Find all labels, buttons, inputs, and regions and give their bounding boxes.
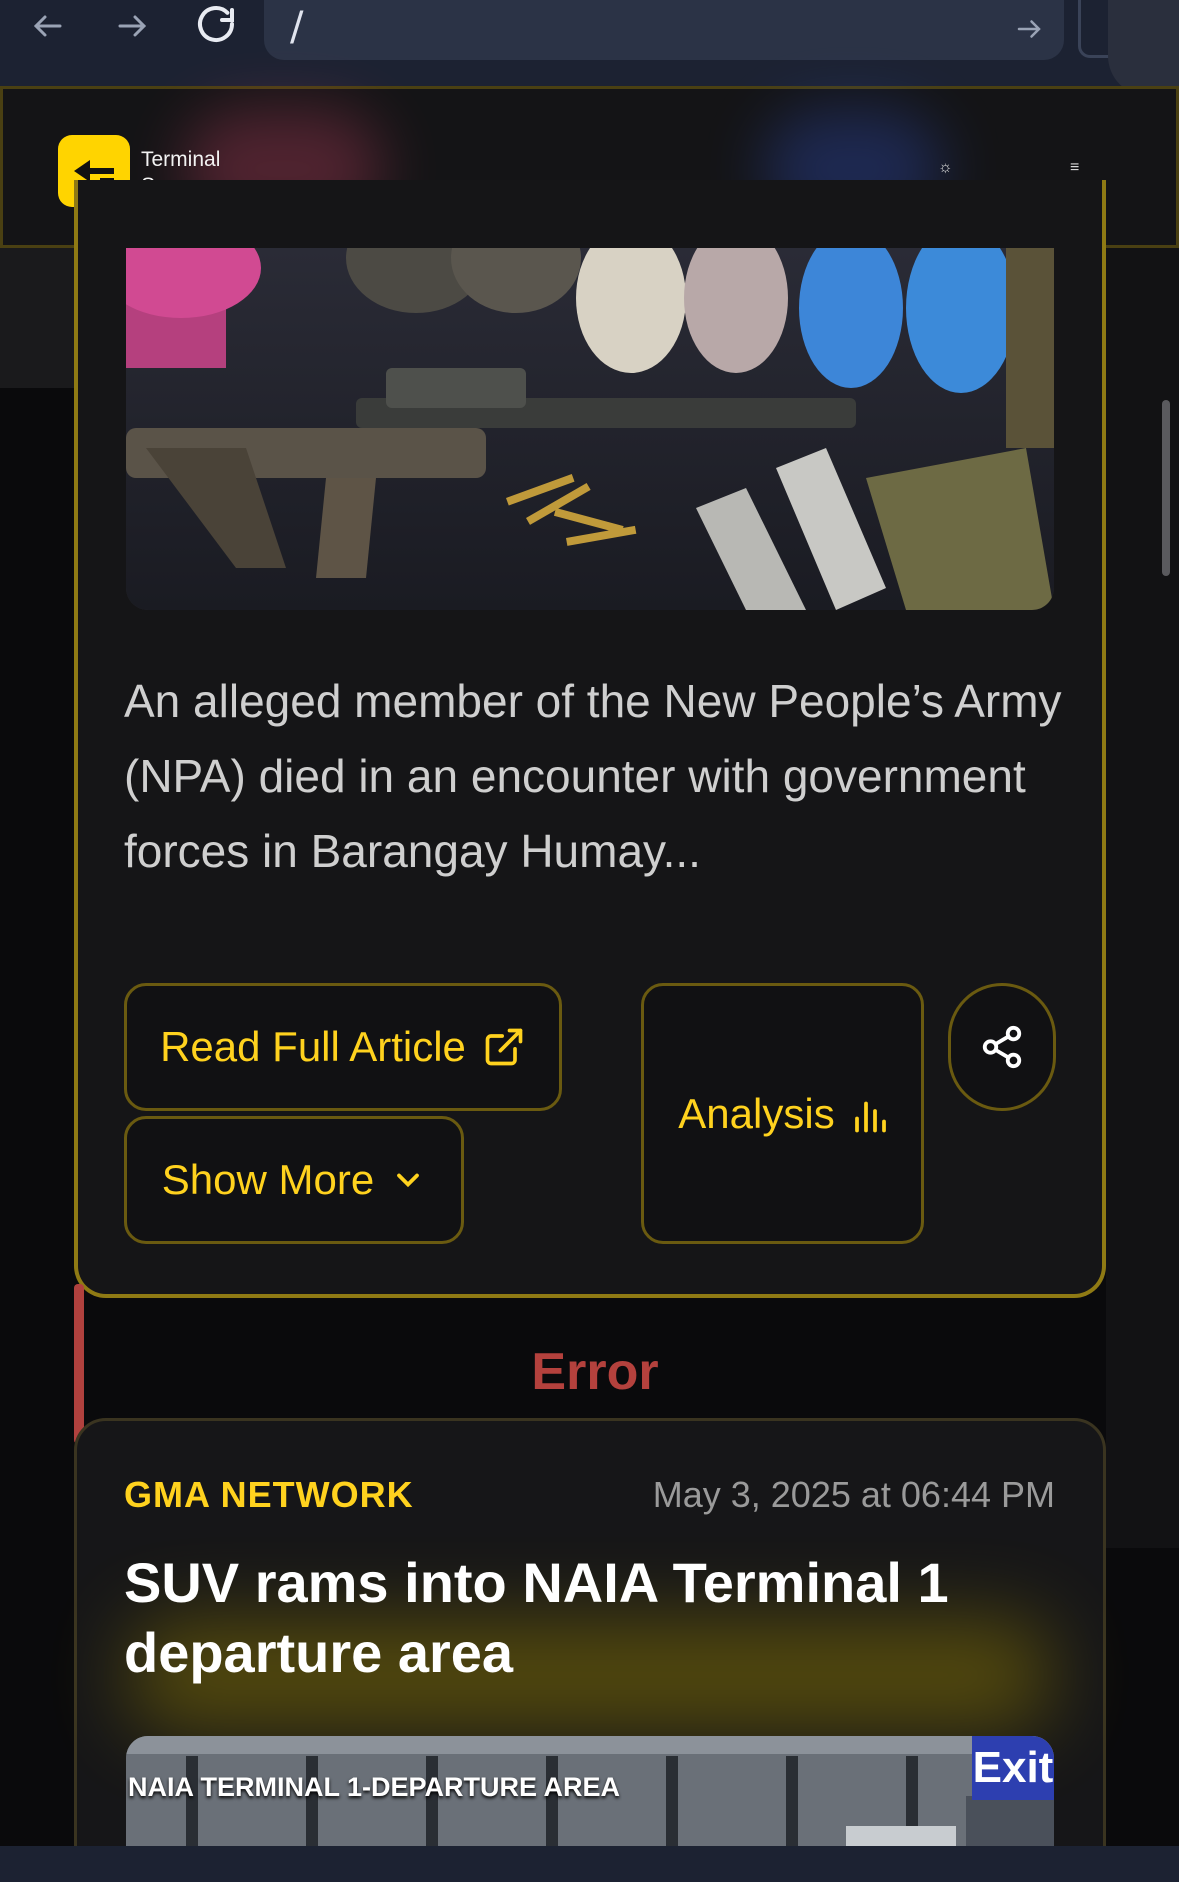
analysis-label: Analysis (678, 1089, 835, 1137)
arrow-right-icon (118, 15, 147, 37)
toolbar-corner (1108, 0, 1179, 96)
back-button[interactable] (18, 0, 78, 52)
article-date: May 3, 2025 at 06:44 PM (652, 1474, 1055, 1515)
arrow-right-icon (1017, 20, 1041, 38)
exit-sign: Exit (972, 1736, 1054, 1800)
page: / Terminal Space ☼ ≡ (0, 0, 1179, 1882)
external-link-icon (485, 1028, 523, 1066)
share-icon (982, 1025, 1022, 1069)
bottom-bar (0, 1846, 1179, 1882)
scrollbar[interactable] (1162, 400, 1170, 576)
address-text[interactable]: / (290, 4, 303, 50)
brand-line1: Terminal (141, 148, 221, 171)
read-full-article-label: Read Full Article (160, 1023, 466, 1070)
analysis-button[interactable]: Analysis (641, 983, 924, 1244)
article-summary: An alleged member of the New People’s Ar… (124, 675, 1062, 877)
background-panel (0, 248, 74, 388)
arrow-left-icon (33, 15, 62, 37)
theme-toggle-icon[interactable]: ☼ (938, 159, 953, 177)
article-headline[interactable]: SUV rams into NAIA Terminal 1 departure … (124, 1548, 1064, 1688)
show-more-button[interactable]: Show More (124, 1116, 464, 1244)
article-source: GMA NETWORK (124, 1474, 414, 1515)
address-bar[interactable]: / (264, 0, 1064, 60)
menu-icon[interactable]: ≡ (1070, 159, 1079, 177)
share-button[interactable] (948, 983, 1056, 1111)
reload-icon (198, 6, 234, 42)
reload-button[interactable] (186, 0, 246, 52)
article-image[interactable] (126, 248, 1054, 610)
chevron-down-icon (397, 1173, 420, 1188)
error-message: Error (531, 1343, 659, 1401)
browser-toolbar: / (0, 0, 1179, 96)
show-more-label: Show More (161, 1156, 375, 1203)
forward-button[interactable] (102, 0, 162, 52)
go-button[interactable] (1014, 4, 1044, 53)
read-full-article-button[interactable]: Read Full Article (124, 983, 562, 1111)
bar-chart-icon (854, 1101, 886, 1132)
article-photo (126, 248, 1054, 610)
image-caption: NAIA TERMINAL 1-DEPARTURE AREA (128, 1772, 621, 1802)
